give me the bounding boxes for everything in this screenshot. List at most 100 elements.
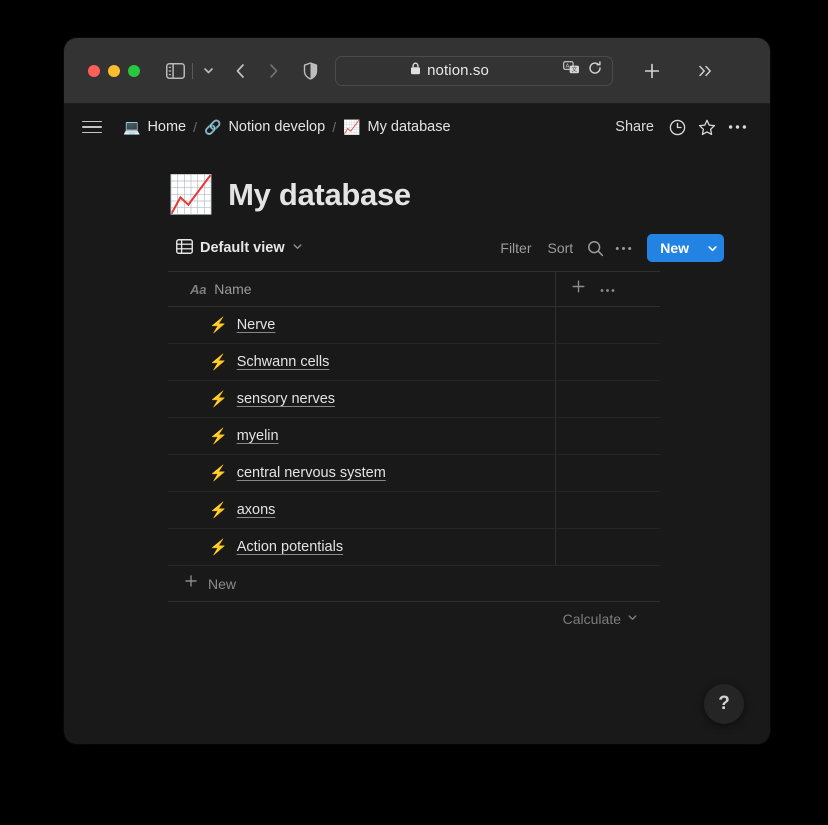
help-button[interactable]: ? bbox=[704, 684, 744, 724]
add-new-row-button[interactable]: New bbox=[168, 566, 660, 602]
topbar-actions: Share bbox=[607, 113, 752, 141]
page-content: 📈 My database Default view Filter Sort N… bbox=[64, 150, 770, 636]
svg-text:文: 文 bbox=[572, 65, 578, 73]
table-row[interactable]: ⚡ Nerve bbox=[168, 307, 660, 344]
table-cell-name[interactable]: ⚡ central nervous system bbox=[168, 455, 556, 491]
table-row[interactable]: ⚡ Action potentials bbox=[168, 529, 660, 566]
table-body: ⚡ Nerve ⚡ Schwann cells ⚡ sensory nerves ⚡ myel… bbox=[168, 307, 660, 566]
high-voltage-emoji: ⚡ bbox=[209, 390, 228, 408]
table-header-actions bbox=[556, 272, 660, 306]
table-cell-name[interactable]: ⚡ sensory nerves bbox=[168, 381, 556, 417]
address-bar-content: notion.so bbox=[336, 62, 563, 80]
sidebar-toggle-icon[interactable] bbox=[166, 62, 185, 79]
high-voltage-emoji: ⚡ bbox=[209, 464, 228, 482]
table-row-title[interactable]: Action potentials bbox=[237, 539, 343, 555]
table-cell-empty[interactable] bbox=[556, 492, 660, 528]
table-cell-empty[interactable] bbox=[556, 418, 660, 454]
shield-icon[interactable] bbox=[303, 61, 318, 80]
window-traffic-lights bbox=[88, 64, 140, 77]
table-row-title[interactable]: Nerve bbox=[237, 317, 276, 333]
view-options-ellipsis-icon[interactable] bbox=[609, 235, 637, 261]
chart-increasing-emoji: 📈 bbox=[343, 119, 361, 135]
hamburger-menu-icon[interactable] bbox=[82, 120, 102, 134]
page-body: 📈 My database Default view Filter Sort N… bbox=[64, 150, 770, 744]
table-header-row: Aa Name bbox=[168, 272, 660, 307]
table-row[interactable]: ⚡ sensory nerves bbox=[168, 381, 660, 418]
table-row-title[interactable]: Schwann cells bbox=[237, 354, 330, 370]
breadcrumb-item-my-database[interactable]: 📈 My database bbox=[338, 116, 455, 138]
high-voltage-emoji: ⚡ bbox=[209, 501, 228, 519]
table-row[interactable]: ⚡ axons bbox=[168, 492, 660, 529]
table-cell-empty[interactable] bbox=[556, 344, 660, 380]
table-row[interactable]: ⚡ Schwann cells bbox=[168, 344, 660, 381]
table-options-ellipsis-icon[interactable] bbox=[600, 280, 615, 298]
table-row-title[interactable]: central nervous system bbox=[237, 465, 386, 481]
close-window-button[interactable] bbox=[88, 64, 100, 77]
high-voltage-emoji: ⚡ bbox=[209, 316, 228, 334]
table-cell-empty[interactable] bbox=[556, 529, 660, 565]
lock-icon bbox=[410, 62, 421, 80]
add-new-row-label: New bbox=[208, 575, 237, 592]
new-record-button[interactable]: New bbox=[647, 234, 724, 262]
text-property-type-icon: Aa bbox=[190, 281, 207, 297]
database-toolbar: Default view Filter Sort New bbox=[168, 231, 724, 265]
minimize-window-button[interactable] bbox=[108, 64, 120, 77]
search-icon[interactable] bbox=[581, 235, 609, 261]
laptop-emoji: 💻 bbox=[123, 119, 141, 135]
page-title-row: 📈 My database bbox=[168, 176, 724, 213]
new-record-chevron-down-icon[interactable] bbox=[700, 234, 724, 262]
breadcrumb-item-home[interactable]: 💻 Home bbox=[118, 116, 191, 138]
column-header-name[interactable]: Aa Name bbox=[168, 272, 556, 306]
column-header-label: Name bbox=[214, 281, 252, 297]
table-grid-icon bbox=[176, 238, 193, 258]
sort-button[interactable]: Sort bbox=[540, 236, 582, 260]
reload-icon[interactable] bbox=[588, 61, 602, 80]
high-voltage-emoji: ⚡ bbox=[209, 353, 228, 371]
table-cell-name[interactable]: ⚡ Action potentials bbox=[168, 529, 556, 565]
chart-increasing-emoji[interactable]: 📈 bbox=[168, 176, 214, 213]
svg-text:A: A bbox=[566, 63, 570, 69]
table-cell-empty[interactable] bbox=[556, 307, 660, 343]
table-cell-name[interactable]: ⚡ myelin bbox=[168, 418, 556, 454]
view-tab-default-view[interactable]: Default view bbox=[170, 236, 309, 261]
page-title[interactable]: My database bbox=[228, 177, 411, 213]
link-emoji: 🔗 bbox=[204, 119, 222, 135]
share-button[interactable]: Share bbox=[607, 115, 662, 139]
translate-icon[interactable]: A 文 bbox=[563, 61, 580, 80]
table-row[interactable]: ⚡ central nervous system bbox=[168, 455, 660, 492]
maximize-window-button[interactable] bbox=[128, 64, 140, 77]
more-tabs-double-chevron-right-icon[interactable] bbox=[697, 63, 715, 79]
new-record-button-label: New bbox=[660, 240, 689, 256]
database-table: Aa Name ⚡ Nerve ⚡ Schwann cells ⚡ sensor… bbox=[168, 271, 660, 636]
breadcrumb-label-my-database: My database bbox=[367, 119, 451, 135]
notion-topbar: 💻 Home / 🔗 Notion develop / 📈 My databas… bbox=[64, 104, 770, 150]
table-row-title[interactable]: myelin bbox=[237, 428, 279, 444]
star-icon[interactable] bbox=[692, 113, 722, 141]
table-row-title[interactable]: sensory nerves bbox=[237, 391, 335, 407]
table-cell-name[interactable]: ⚡ Nerve bbox=[168, 307, 556, 343]
calculate-footer[interactable]: Calculate bbox=[168, 602, 660, 636]
filter-button[interactable]: Filter bbox=[492, 236, 539, 260]
screenshot-stage: notion.so A 文 💻 Home / 🔗 Notion develop … bbox=[0, 0, 828, 825]
new-row-plus-icon bbox=[184, 574, 198, 593]
new-tab-plus-icon[interactable] bbox=[643, 62, 661, 80]
breadcrumb-separator: / bbox=[193, 119, 198, 135]
forward-navigation-icon[interactable] bbox=[266, 62, 281, 80]
table-cell-name[interactable]: ⚡ axons bbox=[168, 492, 556, 528]
table-cell-empty[interactable] bbox=[556, 381, 660, 417]
view-tab-label: Default view bbox=[200, 240, 285, 256]
add-column-plus-icon[interactable] bbox=[571, 279, 586, 299]
breadcrumb-label-notion-develop: Notion develop bbox=[228, 119, 326, 135]
clock-icon[interactable] bbox=[662, 113, 692, 141]
page-options-ellipsis-icon[interactable] bbox=[722, 113, 752, 141]
breadcrumb-item-notion-develop[interactable]: 🔗 Notion develop bbox=[199, 116, 330, 138]
address-bar[interactable]: notion.so A 文 bbox=[335, 55, 613, 86]
tab-overview-chevron-down-icon[interactable] bbox=[198, 64, 219, 77]
back-navigation-icon[interactable] bbox=[233, 62, 248, 80]
browser-toolbar: notion.so A 文 bbox=[64, 38, 770, 104]
table-cell-name[interactable]: ⚡ Schwann cells bbox=[168, 344, 556, 380]
calculate-chevron-down-icon bbox=[627, 610, 638, 628]
table-row-title[interactable]: axons bbox=[237, 502, 276, 518]
table-row[interactable]: ⚡ myelin bbox=[168, 418, 660, 455]
table-cell-empty[interactable] bbox=[556, 455, 660, 491]
